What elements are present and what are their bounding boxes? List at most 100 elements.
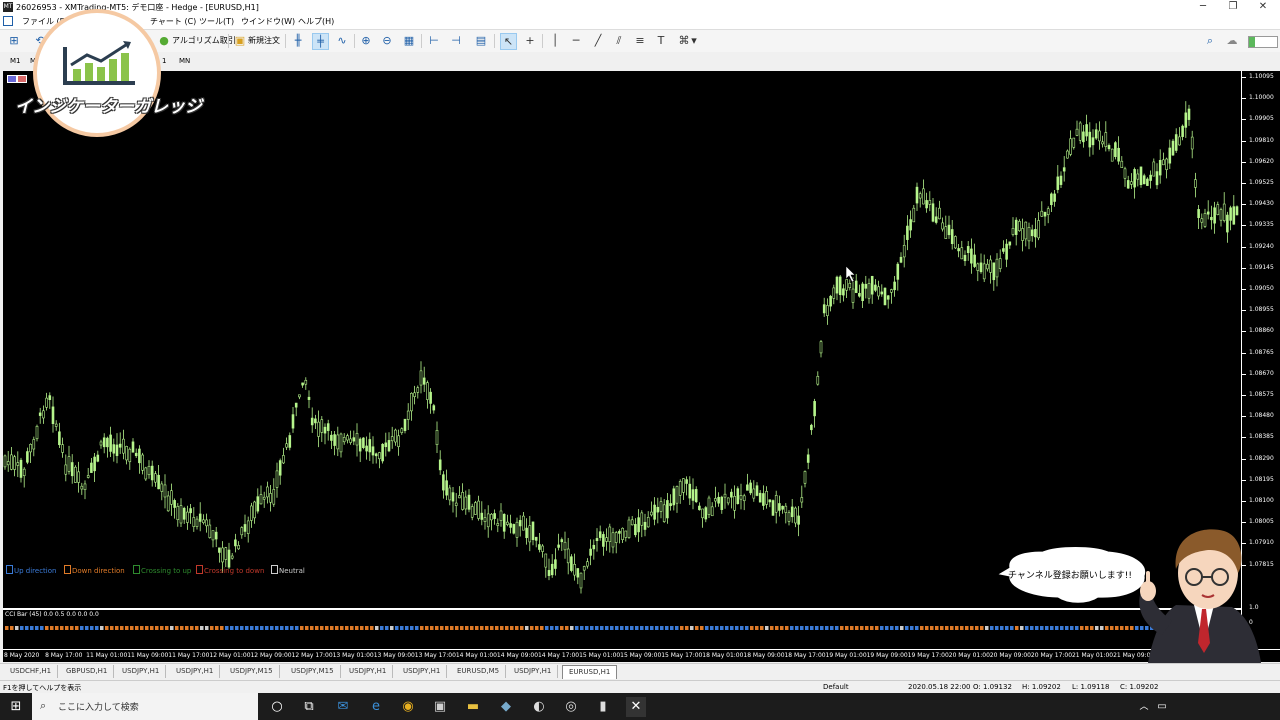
chart-tab[interactable]: USDJPY,H1: [170, 665, 221, 678]
candle-body: [1075, 128, 1079, 136]
cci-bar-cell: [30, 626, 34, 630]
candle-body: [35, 425, 39, 440]
chart-tab-active[interactable]: EURUSD,H1: [562, 665, 618, 679]
zoom-out-icon[interactable]: ⊖: [379, 33, 395, 49]
cursor-icon[interactable]: ↖: [500, 33, 517, 50]
candle-body: [1030, 229, 1034, 237]
store-icon[interactable]: ▣: [430, 697, 450, 717]
vertical-line-icon[interactable]: │: [547, 33, 563, 49]
minimize-button[interactable]: ─: [1188, 0, 1218, 14]
close-button[interactable]: ✕: [1248, 0, 1278, 14]
cci-bar-cell: [175, 626, 179, 630]
candle-body: [672, 488, 676, 506]
candle-body: [605, 537, 608, 542]
price-axis-tick: [1242, 183, 1246, 184]
zoom-in-icon[interactable]: ⊕: [358, 33, 374, 49]
chart-tab[interactable]: USDJPY,H1: [343, 665, 394, 678]
fibonacci-icon[interactable]: ≡: [632, 33, 648, 49]
candle-body: [851, 288, 855, 303]
price-label: 1.09430: [1249, 200, 1274, 208]
cci-bar-cell: [460, 626, 464, 630]
chart-tab[interactable]: USDJPY,H1: [508, 665, 559, 678]
algo-trading-button[interactable]: アルゴリズム取引: [172, 35, 236, 46]
horizontal-line-icon[interactable]: ─: [568, 33, 584, 49]
candle-body: [1203, 213, 1207, 227]
cci-bar-cell: [290, 626, 294, 630]
candle-body: [115, 444, 119, 456]
cci-bar-cell: [860, 626, 864, 630]
candle-body: [429, 391, 432, 404]
app-icon[interactable]: ◆: [496, 697, 516, 717]
cci-bar-cell: [215, 626, 219, 630]
chart-tab[interactable]: USDJPY,H1: [116, 665, 167, 678]
trendline-icon[interactable]: ╱: [590, 33, 606, 49]
chevron-down-icon[interactable]: ▾: [690, 33, 698, 49]
taskbar-search-box[interactable]: ⌕ ここに入力して検索: [32, 693, 258, 720]
candle-body: [317, 421, 320, 437]
new-order-icon[interactable]: ▣: [232, 33, 248, 49]
app-icon[interactable]: ◎: [561, 697, 581, 717]
line-chart-icon[interactable]: ∿: [334, 33, 350, 49]
candle-body: [579, 572, 583, 589]
edge-browser-icon[interactable]: e: [366, 697, 386, 717]
chart-tab[interactable]: USDCHF,H1: [4, 665, 59, 678]
text-tool-icon[interactable]: T: [653, 33, 669, 49]
price-axis-tick: [1242, 437, 1246, 439]
algo-trading-icon[interactable]: ●: [156, 33, 172, 49]
task-view-icon[interactable]: ⧉: [299, 697, 319, 717]
cci-bar-cell: [595, 626, 599, 630]
templates-icon[interactable]: ▤: [473, 33, 489, 49]
document-icon[interactable]: [3, 16, 13, 26]
candle-body: [694, 489, 698, 503]
cci-bar-cell: [960, 626, 964, 630]
bar-chart-icon[interactable]: ╫: [290, 33, 306, 49]
menu-tools[interactable]: ツール(T): [199, 16, 234, 27]
cci-bar-cell: [945, 626, 949, 630]
restore-button[interactable]: ❐: [1218, 0, 1248, 14]
new-order-button[interactable]: 新規注文: [248, 35, 280, 46]
chart-tab[interactable]: USDJPY,H1: [397, 665, 448, 678]
chrome-icon[interactable]: ◉: [398, 697, 418, 717]
chat-icon[interactable]: ☁: [1224, 33, 1240, 49]
candle-body: [1046, 208, 1050, 215]
timeframe-m1[interactable]: M1: [6, 55, 25, 67]
film-icon[interactable]: ▮: [593, 697, 613, 717]
candle-body: [198, 513, 202, 522]
cci-bar-cell: [605, 626, 609, 630]
cci-bar-cell: [240, 626, 244, 630]
cortana-icon[interactable]: ○: [267, 697, 287, 717]
search-icon[interactable]: ⌕: [1202, 33, 1218, 49]
chart-tab[interactable]: EURUSD,M5: [451, 665, 507, 678]
cci-bar-cell: [170, 626, 174, 630]
autoscroll-icon[interactable]: ⊣: [448, 33, 464, 49]
crosshair-icon[interactable]: +: [522, 33, 538, 49]
app-icon[interactable]: ◐: [529, 697, 549, 717]
candle-body: [1222, 203, 1226, 221]
candle-body: [902, 244, 906, 258]
channel-icon[interactable]: ⫽: [611, 33, 627, 49]
cci-bar-cell: [410, 626, 414, 630]
timeframe-mn[interactable]: MN: [175, 55, 194, 67]
price-label: 1.08290: [1249, 454, 1274, 462]
candle-body: [195, 518, 199, 527]
mail-icon[interactable]: ✉: [333, 697, 353, 717]
file-explorer-icon[interactable]: ▬: [463, 697, 483, 717]
candle-body: [157, 474, 160, 490]
chart-shift-icon[interactable]: ⊢: [426, 33, 442, 49]
chart-tabs-bar: USDCHF,H1 GBPUSD,H1 USDJPY,H1 USDJPY,H1 …: [0, 663, 1280, 680]
network-icon[interactable]: ▭: [1152, 697, 1172, 717]
chart-tab[interactable]: USDJPY,M15: [224, 665, 280, 678]
chart-tab[interactable]: USDJPY,M15: [285, 665, 341, 678]
cci-bar-cell: [110, 626, 114, 630]
menu-window[interactable]: ウインドウ(W): [241, 16, 295, 27]
chart-tab[interactable]: GBPUSD,H1: [60, 665, 115, 678]
candle-body: [710, 506, 714, 517]
tile-windows-icon[interactable]: ▦: [401, 33, 417, 49]
mt5-taskbar-icon[interactable]: ✕: [626, 697, 646, 717]
new-chart-icon[interactable]: ⊞: [6, 33, 22, 49]
candle-body: [1002, 248, 1005, 252]
candlestick-icon[interactable]: ╪: [312, 33, 329, 50]
menu-help[interactable]: ヘルプ(H): [298, 16, 334, 27]
chevron-up-icon[interactable]: ︿: [1134, 697, 1154, 717]
windows-start-icon[interactable]: ⊞: [6, 697, 26, 717]
